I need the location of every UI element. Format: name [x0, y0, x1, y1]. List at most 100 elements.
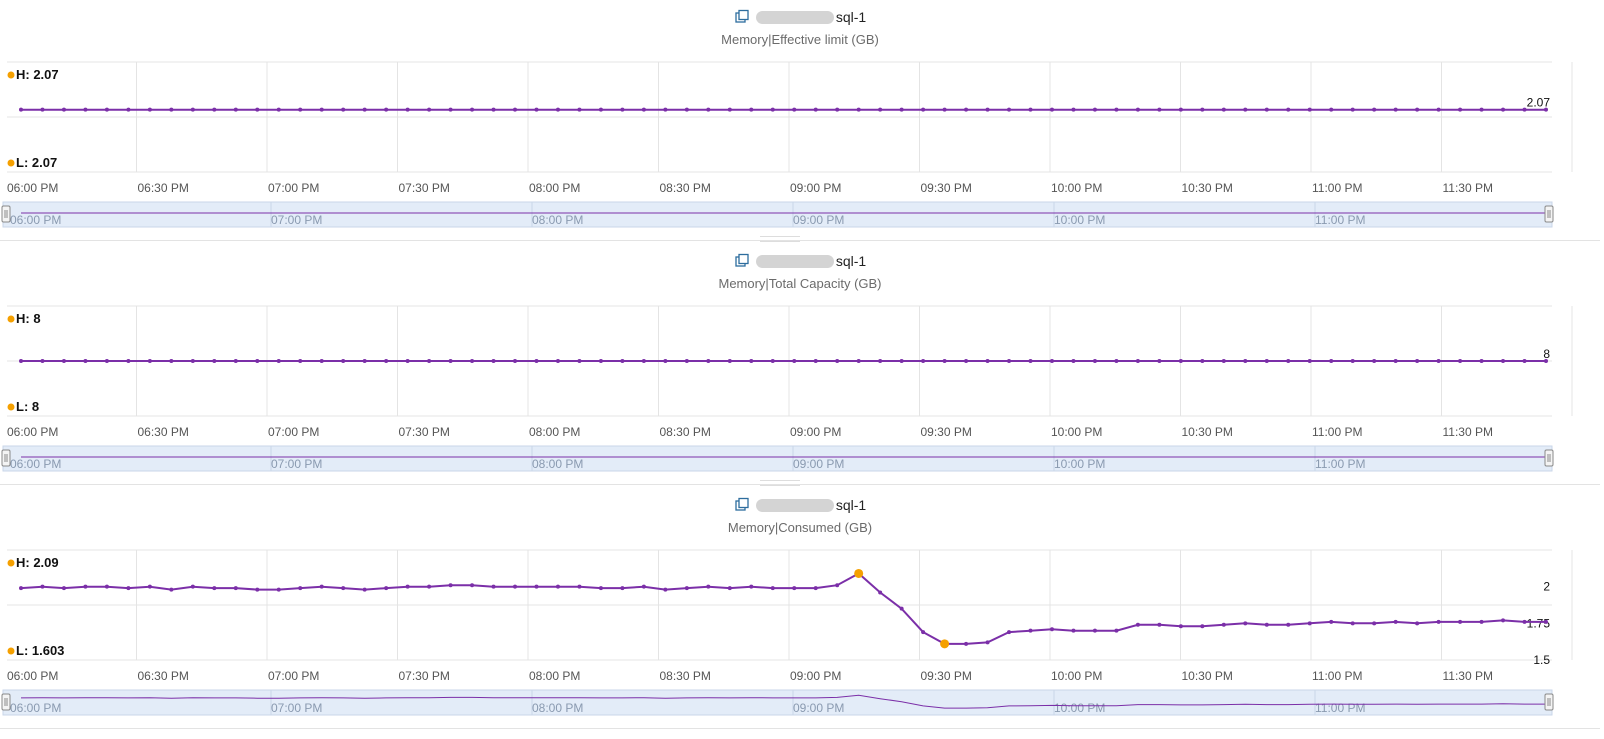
data-point	[942, 107, 947, 112]
data-point	[1479, 359, 1484, 363]
object-name[interactable]: sql-1	[755, 496, 866, 514]
data-point	[1028, 107, 1033, 112]
data-point	[878, 107, 883, 112]
data-point	[770, 359, 775, 363]
data-point	[1264, 107, 1269, 112]
object-name[interactable]: sql-1	[755, 8, 866, 26]
data-point	[1114, 107, 1119, 112]
data-point	[427, 584, 432, 589]
data-point	[470, 359, 475, 363]
nav-tick-label: 08:00 PM	[532, 457, 583, 471]
data-point	[1350, 621, 1355, 626]
data-point	[555, 107, 560, 112]
x-tick-label: 07:30 PM	[399, 425, 450, 439]
data-point	[190, 107, 195, 112]
data-point	[470, 107, 475, 112]
data-point	[1479, 619, 1484, 624]
x-tick-label: 07:30 PM	[399, 669, 450, 683]
x-tick-label: 08:30 PM	[660, 669, 711, 683]
data-point	[83, 584, 88, 589]
data-point	[1178, 359, 1183, 363]
data-point	[856, 107, 861, 112]
data-point	[749, 359, 754, 363]
low-dot	[7, 647, 15, 655]
data-point	[1221, 107, 1226, 112]
nav-tick-label: 08:00 PM	[532, 701, 583, 715]
data-point	[19, 107, 23, 112]
data-point	[921, 359, 926, 363]
data-point	[276, 587, 281, 592]
line-chart[interactable]: 06:00 PM 06:30 PM 07:00 PM 07:30 PM 08:00 PM…	[0, 294, 1600, 484]
data-point	[319, 584, 324, 589]
range-handle-right-icon[interactable]	[1544, 205, 1554, 223]
data-point	[663, 359, 668, 363]
object-name[interactable]: sql-1	[755, 252, 866, 270]
data-point	[1329, 619, 1334, 624]
range-handle-left-icon[interactable]	[1, 205, 11, 223]
range-handle-left-icon[interactable]	[1, 693, 11, 711]
x-tick-label: 10:00 PM	[1051, 669, 1102, 683]
data-point	[513, 107, 518, 112]
data-point	[1071, 107, 1076, 112]
data-point	[1458, 619, 1463, 624]
end-value-label: 2.07	[1527, 96, 1551, 110]
x-tick-label: 10:30 PM	[1182, 181, 1233, 195]
x-tick-label: 10:30 PM	[1182, 669, 1233, 683]
data-point	[1329, 107, 1334, 112]
range-handle-left-icon[interactable]	[1, 449, 11, 467]
metric-name: Memory|Total Capacity (GB)	[718, 276, 882, 291]
low-label: L: 1.603	[16, 643, 64, 658]
data-point	[1286, 622, 1291, 627]
data-point	[169, 359, 174, 363]
x-tick-label: 11:30 PM	[1443, 181, 1493, 195]
x-tick-label: 06:30 PM	[138, 669, 189, 683]
data-point	[1393, 619, 1398, 624]
data-point	[1264, 622, 1269, 627]
range-handle-right-icon[interactable]	[1544, 693, 1554, 711]
data-point	[61, 359, 66, 363]
data-point	[1436, 107, 1441, 112]
data-point	[534, 584, 539, 589]
series-line	[20, 572, 1546, 645]
nav-tick-label: 07:00 PM	[271, 457, 322, 471]
data-point	[341, 586, 346, 591]
x-tick-label: 10:30 PM	[1182, 425, 1233, 439]
x-tick-label: 06:00 PM	[7, 425, 58, 439]
panel-splitter[interactable]	[760, 480, 800, 486]
data-point	[169, 587, 174, 592]
line-chart[interactable]: 06:00 PM 06:30 PM 07:00 PM 07:30 PM 08:00 PM…	[0, 50, 1600, 240]
data-point	[792, 586, 797, 591]
data-point	[1286, 359, 1291, 363]
data-point	[663, 587, 668, 592]
data-point	[985, 359, 990, 363]
data-point	[727, 586, 732, 591]
data-point	[1458, 107, 1463, 112]
data-point	[1501, 359, 1506, 363]
chart-panel-total-capacity: sql-1 Memory|Total Capacity (GB) 06:00 P…	[0, 244, 1600, 485]
high-dot	[7, 315, 15, 323]
data-point	[276, 359, 281, 363]
nav-tick-label: 11:00 PM	[1315, 701, 1365, 715]
data-point	[1415, 621, 1420, 626]
data-point	[792, 359, 797, 363]
data-point	[319, 107, 324, 112]
data-point	[298, 107, 303, 112]
data-point	[1221, 359, 1226, 363]
data-point	[19, 586, 23, 591]
nav-tick-label: 10:00 PM	[1054, 701, 1105, 715]
low-dot	[7, 403, 15, 411]
data-point	[126, 586, 131, 591]
data-point	[40, 107, 45, 112]
line-chart[interactable]: 06:00 PM 06:30 PM 07:00 PM 07:30 PM 08:00 PM…	[0, 538, 1600, 728]
data-point	[61, 586, 66, 591]
data-point	[555, 359, 560, 363]
data-point	[770, 107, 775, 112]
data-point	[1114, 359, 1119, 363]
panel-splitter[interactable]	[760, 236, 800, 242]
data-point	[255, 359, 260, 363]
nav-tick-label: 09:00 PM	[793, 457, 844, 471]
data-point	[641, 359, 646, 363]
data-point	[1243, 359, 1248, 363]
range-handle-right-icon[interactable]	[1544, 449, 1554, 467]
data-point	[727, 107, 732, 112]
